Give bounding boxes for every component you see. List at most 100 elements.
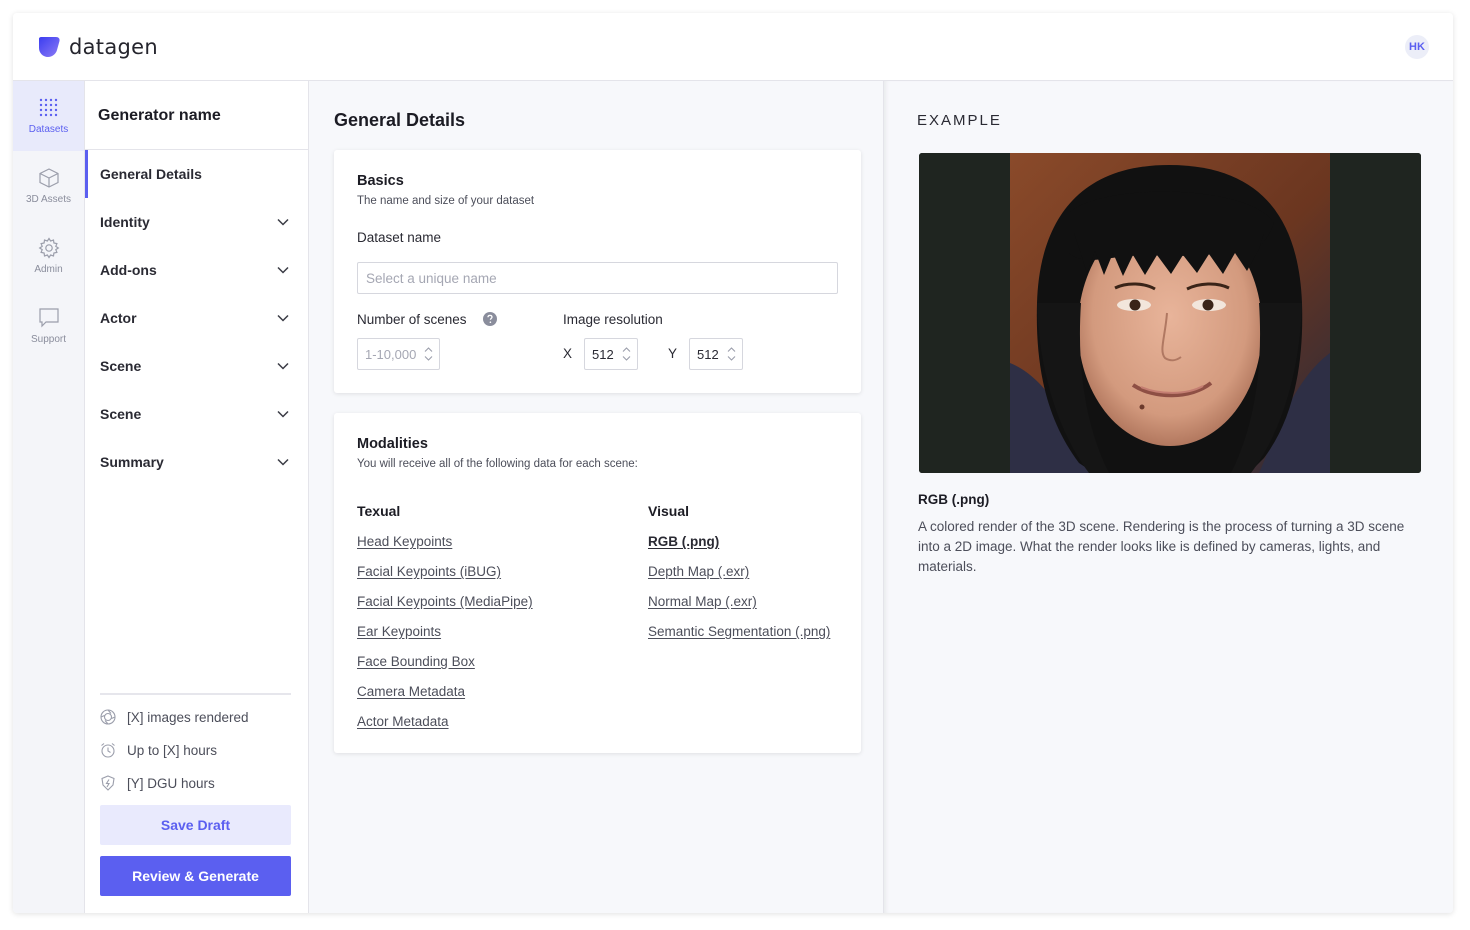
- card-subtitle: The name and size of your dataset: [357, 195, 535, 207]
- rail-label-support: Support: [30, 334, 67, 345]
- avatar[interactable]: HK: [1405, 35, 1429, 59]
- example-description: A colored render of the 3D scene. Render…: [918, 519, 1405, 574]
- stat-text: [X] images rendered: [127, 709, 249, 725]
- stat-hours: Up to [X] hours: [100, 742, 217, 758]
- step-label: Summary: [100, 454, 164, 470]
- step-general-details[interactable]: General Details: [85, 150, 308, 198]
- logo[interactable]: datagen: [37, 35, 158, 59]
- resolution-label: Image resolution: [563, 312, 663, 327]
- modality-link[interactable]: Ear Keypoints: [357, 624, 441, 639]
- shield-bolt-icon: [101, 775, 115, 791]
- chevron-down-icon: [277, 266, 289, 274]
- step-label: Actor: [100, 310, 137, 326]
- alarm-clock-icon: [101, 743, 115, 758]
- x-label: X: [563, 346, 573, 361]
- resolution-y-value: 512: [697, 346, 719, 362]
- card-title: Modalities: [357, 436, 428, 452]
- modality-link[interactable]: Actor Metadata: [357, 714, 449, 729]
- rail-label-datasets: Datasets: [28, 124, 69, 135]
- dataset-name-label: Dataset name: [357, 230, 442, 245]
- scenes-label: Number of scenes: [357, 312, 467, 327]
- chevron-down-icon: [277, 218, 289, 226]
- modality-link[interactable]: Normal Map (.exr): [648, 594, 757, 609]
- chevron-up-icon[interactable]: [424, 346, 433, 353]
- modality-link[interactable]: Facial Keypoints (MediaPipe): [357, 594, 533, 609]
- chevron-down-icon: [277, 362, 289, 370]
- help-icon[interactable]: [483, 312, 497, 326]
- resolution-x-stepper[interactable]: 512: [584, 338, 638, 370]
- scenes-value: 1-10,000: [365, 346, 417, 362]
- chevron-down-icon: [277, 410, 289, 418]
- step-summary[interactable]: Summary: [85, 438, 308, 486]
- chevron-up-icon[interactable]: [622, 346, 631, 353]
- spin-buttons[interactable]: [727, 345, 736, 363]
- review-generate-button[interactable]: Review & Generate: [100, 856, 291, 896]
- spin-buttons[interactable]: [622, 345, 631, 363]
- generator-name[interactable]: Generator name: [98, 107, 221, 125]
- modality-link[interactable]: Semantic Segmentation (.png): [648, 624, 830, 639]
- chevron-down-icon[interactable]: [424, 355, 433, 362]
- step-add-ons[interactable]: Add-ons: [85, 246, 308, 294]
- example-title: RGB (.png): [918, 492, 990, 507]
- aperture-icon: [100, 709, 116, 725]
- resolution-y-stepper[interactable]: 512: [689, 338, 743, 370]
- divider: [100, 693, 291, 695]
- chevron-down-icon[interactable]: [622, 355, 631, 362]
- nav-rail: Datasets 3D Assets Admin Support: [13, 81, 85, 913]
- modality-link-selected[interactable]: RGB (.png): [648, 534, 719, 549]
- example-heading: EXAMPLE: [917, 112, 1002, 129]
- chevron-down-icon: [277, 458, 289, 466]
- rail-label-3d-assets: 3D Assets: [25, 194, 72, 205]
- gear-icon: [38, 237, 59, 259]
- example-panel: EXAMPLE RGB (.png) A colored render of t…: [883, 81, 1453, 913]
- chevron-down-icon[interactable]: [727, 355, 736, 362]
- rail-item-support[interactable]: Support: [13, 291, 84, 361]
- modality-link[interactable]: Face Bounding Box: [357, 654, 475, 669]
- grid-icon: [39, 98, 57, 117]
- card-title: Basics: [357, 173, 404, 189]
- card-subtitle: You will receive all of the following da…: [357, 458, 638, 470]
- y-label: Y: [668, 346, 678, 361]
- top-bar: datagen HK: [13, 13, 1453, 81]
- step-actor[interactable]: Actor: [85, 294, 308, 342]
- modality-link[interactable]: Head Keypoints: [357, 534, 452, 549]
- stat-text: Up to [X] hours: [127, 742, 218, 758]
- rail-item-3d-assets[interactable]: 3D Assets: [13, 151, 84, 221]
- stat-text: [Y] DGU hours: [127, 775, 215, 791]
- face-render-image: [919, 153, 1421, 473]
- step-scene-2[interactable]: Scene: [85, 390, 308, 438]
- modality-link[interactable]: Camera Metadata: [357, 684, 465, 699]
- step-label: General Details: [100, 166, 202, 182]
- app-window: datagen HK Datasets 3D Assets Admin Supp…: [13, 13, 1453, 913]
- stat-images-rendered: [X] images rendered: [100, 709, 249, 725]
- spin-buttons[interactable]: [424, 345, 433, 363]
- dataset-name-input[interactable]: [357, 262, 838, 294]
- step-label: Scene: [100, 358, 142, 374]
- textual-heading: Texual: [357, 503, 401, 519]
- scenes-stepper[interactable]: 1-10,000: [357, 338, 440, 370]
- rail-item-datasets[interactable]: Datasets: [13, 81, 84, 151]
- chevron-up-icon[interactable]: [727, 346, 736, 353]
- rail-label-admin: Admin: [34, 264, 63, 275]
- page-title: General Details: [334, 110, 466, 130]
- wizard-stepper: Generator name General Details Identity …: [85, 81, 309, 913]
- rail-item-admin[interactable]: Admin: [13, 221, 84, 291]
- step-identity[interactable]: Identity: [85, 198, 308, 246]
- cube-icon: [38, 168, 59, 188]
- chevron-down-icon: [277, 314, 289, 322]
- step-label: Add-ons: [100, 262, 157, 278]
- step-label: Scene: [100, 406, 142, 422]
- modality-link[interactable]: Depth Map (.exr): [648, 564, 749, 579]
- example-preview-image: [919, 153, 1421, 473]
- chat-icon: [38, 308, 59, 328]
- main-form: General Details Basics The name and size…: [309, 81, 883, 913]
- basics-card: Basics The name and size of your dataset…: [334, 150, 861, 393]
- step-scene[interactable]: Scene: [85, 342, 308, 390]
- modality-link[interactable]: Facial Keypoints (iBUG): [357, 564, 501, 579]
- logo-text: datagen: [69, 35, 158, 59]
- save-draft-button[interactable]: Save Draft: [100, 805, 291, 845]
- resolution-x-value: 512: [592, 346, 614, 362]
- step-label: Identity: [100, 214, 150, 230]
- visual-heading: Visual: [648, 503, 689, 519]
- stat-dgu-hours: [Y] DGU hours: [100, 775, 215, 791]
